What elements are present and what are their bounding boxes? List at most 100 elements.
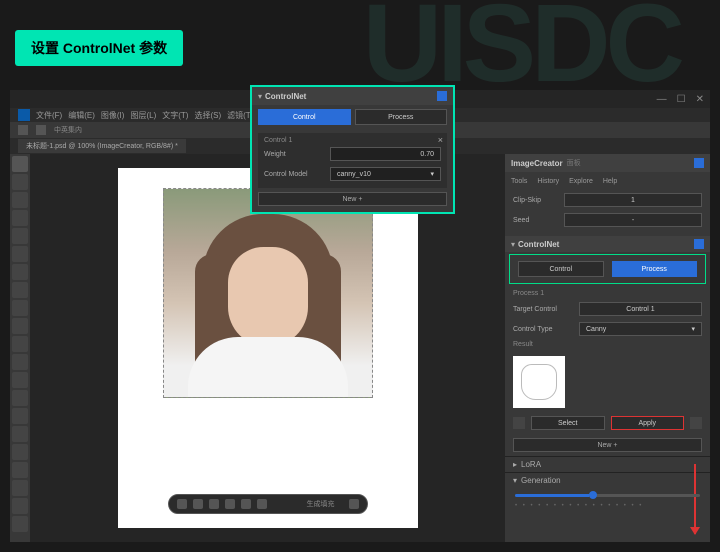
menu-item[interactable]: 文字(T)	[162, 110, 188, 121]
ic-tab-help[interactable]: Help	[603, 178, 617, 185]
chevron-right-icon: ▸	[513, 460, 517, 469]
shape-tool[interactable]	[12, 480, 28, 496]
cn-toggle-icon[interactable]	[694, 239, 704, 249]
ctx-icon[interactable]	[209, 499, 219, 509]
wand-tool[interactable]	[12, 210, 28, 226]
weight-field[interactable]: 0.70	[330, 147, 441, 161]
control-section: × Control 1 Weight 0.70 Control Model ca…	[258, 133, 447, 188]
apply-button[interactable]: Apply	[611, 416, 685, 430]
checkbox-icon[interactable]	[437, 91, 447, 101]
section-header: Control 1	[264, 137, 441, 144]
marquee-tool[interactable]	[12, 174, 28, 190]
cn-title: ControlNet	[518, 240, 559, 249]
lasso-tool[interactable]	[12, 192, 28, 208]
lora-accordion[interactable]: ▸LoRA	[505, 456, 710, 472]
select-button[interactable]: Select	[531, 416, 605, 430]
menu-item[interactable]: 图像(I)	[101, 110, 125, 121]
ic-tab-explore[interactable]: Explore	[569, 178, 593, 185]
heal-tool[interactable]	[12, 282, 28, 298]
text-tool[interactable]	[12, 444, 28, 460]
process-section-hdr: Process 1	[513, 288, 702, 299]
minimize-icon[interactable]: —	[657, 94, 667, 105]
dodge-tool[interactable]	[12, 408, 28, 424]
chevron-down-icon: ▾	[513, 476, 517, 485]
popup-header[interactable]: ▾ ControlNet	[252, 87, 453, 105]
ctx-icon[interactable]	[177, 499, 187, 509]
chevron-down-icon: ▾	[430, 170, 434, 178]
ps-logo-icon	[18, 109, 30, 121]
menu-item[interactable]: 选择(S)	[194, 110, 221, 121]
close-icon[interactable]: ✕	[696, 94, 704, 105]
ctx-icon[interactable]	[225, 499, 235, 509]
settings-icon[interactable]	[513, 417, 525, 429]
tab-process[interactable]: Process	[612, 261, 698, 277]
chevron-down-icon: ▾	[691, 325, 695, 333]
generation-slider[interactable]	[515, 494, 700, 497]
ic-toggle-icon[interactable]	[694, 158, 704, 168]
stamp-tool[interactable]	[12, 318, 28, 334]
ic-tab-tools[interactable]: Tools	[511, 178, 527, 185]
annotation-arrow	[694, 464, 696, 534]
history-brush-tool[interactable]	[12, 336, 28, 352]
tab-control[interactable]: Control	[518, 261, 604, 277]
menu-item[interactable]: 文件(F)	[36, 110, 62, 121]
close-icon[interactable]: ×	[438, 135, 443, 145]
weight-label: Weight	[264, 151, 324, 158]
ctrlmodel-select[interactable]: canny_v10▾	[330, 167, 441, 181]
popup-tabs: Control Process	[252, 105, 453, 129]
slider-ticks: • • • • • • • • • • • • • • • • •	[505, 503, 710, 515]
crop-tool[interactable]	[12, 228, 28, 244]
tab-process[interactable]: Process	[355, 109, 448, 125]
zoom-tool[interactable]	[12, 516, 28, 532]
frame-tool[interactable]	[12, 246, 28, 262]
new-button[interactable]: New +	[258, 192, 447, 206]
action-row: Select Apply	[505, 412, 710, 434]
maximize-icon[interactable]: ☐	[677, 94, 686, 105]
document-page	[118, 168, 418, 528]
eyedropper-tool[interactable]	[12, 264, 28, 280]
brush-tool[interactable]	[12, 300, 28, 316]
menu-item[interactable]: 编辑(E)	[68, 110, 95, 121]
selected-image[interactable]	[163, 188, 373, 398]
ic-sub: 面板	[567, 158, 581, 168]
result-label: Result	[513, 339, 702, 350]
controlnet-header[interactable]: ▾ ControlNet	[505, 236, 710, 252]
ctx-icon[interactable]	[257, 499, 267, 509]
contextual-taskbar[interactable]: 生成填充	[168, 494, 368, 514]
home-icon[interactable]	[18, 125, 28, 135]
pen-tool[interactable]	[12, 426, 28, 442]
imagecreator-header[interactable]: ImageCreator 面板	[505, 154, 710, 172]
more-icon[interactable]	[349, 499, 359, 509]
blur-tool[interactable]	[12, 390, 28, 406]
hand-tool[interactable]	[12, 498, 28, 514]
ic-title: ImageCreator	[511, 159, 563, 168]
ctx-icon[interactable]	[193, 499, 203, 509]
menu-item[interactable]: 图层(L)	[130, 110, 156, 121]
target-select[interactable]: Control 1	[579, 302, 702, 316]
result-thumbnail[interactable]	[513, 356, 565, 408]
options-label: 中英集内	[54, 125, 82, 135]
document-tab[interactable]: 未标题-1.psd @ 100% (ImageCreator, RGB/8#) …	[18, 139, 186, 153]
tool-icon[interactable]	[36, 125, 46, 135]
toolbar	[10, 154, 30, 542]
move-tool[interactable]	[12, 156, 28, 172]
ctrltype-label: Control Type	[513, 326, 573, 333]
path-tool[interactable]	[12, 462, 28, 478]
ctrlmodel-label: Control Model	[264, 171, 324, 178]
genfill-label[interactable]: 生成填充	[307, 499, 335, 509]
clipskip-field[interactable]: 1	[564, 193, 702, 207]
ic-tabs: Tools History Explore Help	[505, 172, 710, 190]
ctrltype-select[interactable]: Canny▾	[579, 322, 702, 336]
gradient-tool[interactable]	[12, 372, 28, 388]
delete-icon[interactable]	[690, 417, 702, 429]
eraser-tool[interactable]	[12, 354, 28, 370]
controlnet-popup: ▾ ControlNet Control Process × Control 1…	[250, 85, 455, 214]
tab-control[interactable]: Control	[258, 109, 351, 125]
ic-tab-history[interactable]: History	[537, 178, 559, 185]
chevron-down-icon: ▾	[511, 240, 515, 249]
clipskip-label: Clip-Skip	[513, 197, 558, 204]
seed-field[interactable]: -	[564, 213, 702, 227]
new-button[interactable]: New +	[513, 438, 702, 452]
generation-accordion[interactable]: ▾Generation	[505, 472, 710, 488]
ctx-icon[interactable]	[241, 499, 251, 509]
